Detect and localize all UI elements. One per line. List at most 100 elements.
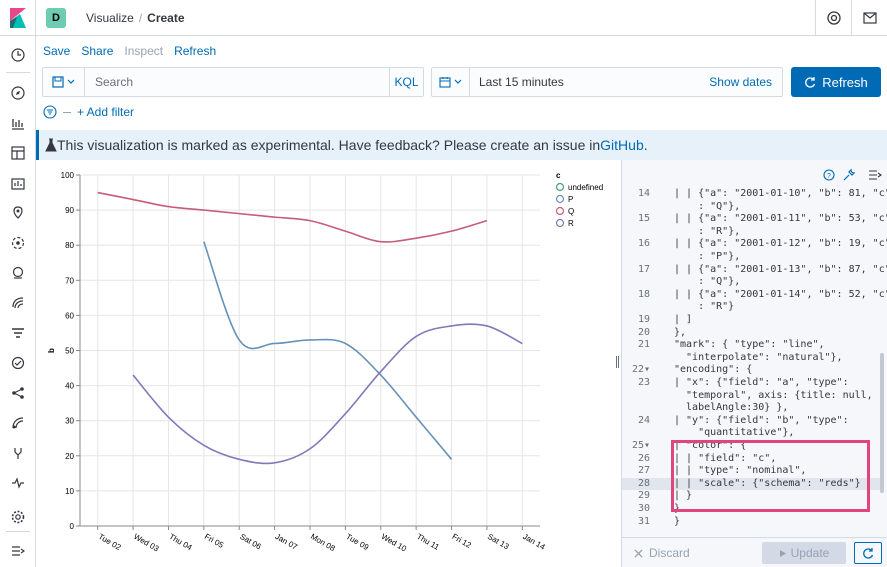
code-line[interactable]: 21 "mark": { "type": "line", bbox=[622, 339, 880, 352]
x-tick-label: Thu 04 bbox=[167, 532, 194, 553]
inspect-menu-item[interactable]: Inspect bbox=[124, 44, 163, 58]
line-number: 31 bbox=[637, 515, 650, 527]
space-avatar[interactable]: D bbox=[46, 8, 66, 28]
ml-icon[interactable] bbox=[8, 233, 28, 253]
spec-editor-panel: ? 14 | | {"a": "2001-01-10", "b": 81, "c"… bbox=[621, 160, 887, 567]
apm-icon[interactable] bbox=[8, 323, 28, 343]
code-text: | "y": {"field": "b", "type": bbox=[674, 414, 849, 426]
discover-icon[interactable] bbox=[8, 83, 28, 103]
help-button[interactable] bbox=[815, 0, 851, 36]
x-tick-label: Tue 09 bbox=[344, 532, 370, 552]
graph-icon[interactable] bbox=[8, 413, 28, 433]
code-line[interactable]: "interpolate": "natural"}, bbox=[622, 352, 880, 365]
refresh-menu-item[interactable]: Refresh bbox=[174, 44, 216, 58]
code-line[interactable]: 23 | "x": {"field": "a", "type": bbox=[622, 377, 880, 390]
annotation-highlight-box bbox=[671, 440, 870, 512]
code-line[interactable]: "temporal", axis: {title: null, bbox=[622, 390, 880, 403]
code-text: | | {"a": "2001-01-10", "b": 81, "c" bbox=[674, 188, 887, 199]
line-number: 24 bbox=[637, 414, 650, 426]
siem-icon[interactable] bbox=[8, 383, 28, 403]
code-line[interactable]: 19 | ] bbox=[622, 314, 880, 327]
panel-resize-handle[interactable] bbox=[616, 356, 620, 370]
code-text: "encoding": { bbox=[674, 364, 753, 376]
breadcrumb-visualize[interactable]: Visualize bbox=[86, 11, 134, 25]
code-text: | | {"a": "2001-01-12", "b": 19, "c" bbox=[674, 238, 887, 250]
code-line[interactable]: : "Q"}, bbox=[622, 276, 880, 289]
code-line[interactable]: 22▾ "encoding": { bbox=[622, 364, 880, 377]
code-line[interactable]: : "R"}, bbox=[622, 226, 880, 239]
canvas-icon[interactable] bbox=[8, 173, 28, 193]
editor-toolbar: ? bbox=[622, 160, 887, 188]
editor-refresh-button[interactable] bbox=[854, 542, 882, 564]
code-text: | ] bbox=[674, 314, 693, 325]
discard-button[interactable]: Discard bbox=[634, 546, 690, 560]
logs-icon[interactable] bbox=[8, 293, 28, 313]
editor-scrollbar[interactable] bbox=[880, 353, 884, 493]
share-menu-item[interactable]: Share bbox=[81, 44, 113, 58]
mail-icon bbox=[862, 12, 877, 24]
collapse-editor-icon[interactable] bbox=[868, 168, 882, 182]
uptime-icon[interactable] bbox=[8, 353, 28, 373]
time-range-label[interactable]: Last 15 minutes bbox=[479, 75, 564, 89]
kql-language-toggle[interactable]: KQL bbox=[389, 68, 423, 96]
code-line[interactable]: 14 | | {"a": "2001-01-10", "b": 81, "c" bbox=[622, 188, 887, 201]
y-tick-label: 100 bbox=[61, 171, 75, 180]
help-icon[interactable]: ? bbox=[822, 168, 836, 182]
update-label: Update bbox=[790, 546, 830, 560]
line-number: 28 bbox=[637, 477, 650, 489]
quick-select-button[interactable] bbox=[432, 68, 470, 96]
update-button[interactable]: Update bbox=[762, 542, 846, 564]
saved-query-button[interactable] bbox=[43, 68, 85, 96]
breadcrumb-create: Create bbox=[147, 11, 185, 25]
code-line[interactable]: 18 | | {"a": "2001-01-14", "b": 52, "c" bbox=[622, 289, 887, 302]
code-text: | | {"a": "2001-01-11", "b": 53, "c" bbox=[674, 213, 887, 225]
code-line[interactable]: 31} bbox=[622, 516, 880, 529]
code-text: : "Q"}, bbox=[674, 200, 741, 212]
code-line[interactable]: 16 | | {"a": "2001-01-12", "b": 19, "c" bbox=[622, 238, 887, 251]
calendar-icon bbox=[439, 77, 451, 88]
dev-tools-icon[interactable] bbox=[8, 443, 28, 463]
github-link[interactable]: GitHub bbox=[600, 137, 644, 153]
help-icon bbox=[826, 11, 841, 25]
y-tick-label: 80 bbox=[65, 241, 74, 250]
x-tick-label: Thu 11 bbox=[415, 532, 441, 552]
search-input[interactable]: Search bbox=[95, 75, 133, 89]
code-line[interactable]: 15 | | {"a": "2001-01-11", "b": 53, "c" bbox=[622, 213, 887, 226]
monitoring-icon[interactable] bbox=[8, 473, 28, 493]
top-nav-menu: Save Share Inspect Refresh bbox=[43, 44, 227, 58]
kibana-logo[interactable] bbox=[0, 0, 36, 36]
management-gear-icon[interactable] bbox=[8, 507, 28, 527]
dashboard-icon[interactable] bbox=[8, 143, 28, 163]
maps-icon[interactable] bbox=[8, 203, 28, 223]
code-line[interactable]: : "P"}, bbox=[622, 251, 880, 264]
refresh-button-label: Refresh bbox=[822, 74, 868, 90]
series-line-R bbox=[132, 323, 523, 465]
code-line[interactable]: labelAngle:30} }, bbox=[622, 402, 880, 415]
code-line[interactable]: : "R"} bbox=[622, 301, 880, 314]
save-menu-item[interactable]: Save bbox=[43, 44, 70, 58]
visualize-icon[interactable] bbox=[8, 113, 28, 133]
code-line[interactable]: 20}, bbox=[622, 327, 880, 340]
filter-options-icon[interactable] bbox=[43, 105, 57, 119]
breadcrumb-separator: / bbox=[138, 11, 143, 25]
legend-label: Q bbox=[568, 207, 574, 216]
legend-symbol bbox=[555, 218, 565, 228]
infrastructure-icon[interactable] bbox=[8, 263, 28, 283]
code-line[interactable]: 17 | | {"a": "2001-01-13", "b": 87, "c" bbox=[622, 263, 887, 277]
code-text: : "P"}, bbox=[674, 251, 741, 262]
line-chart: 0 10 20 30 40 50 60 70 80 90 100 Tue 02 Wed 03 Thu 04… bbox=[47, 171, 603, 554]
add-filter-button[interactable]: + Add filter bbox=[77, 105, 134, 119]
code-text: "interpolate": "natural"}, bbox=[674, 351, 843, 363]
refresh-button[interactable]: Refresh bbox=[791, 67, 881, 97]
wrench-icon[interactable] bbox=[842, 168, 856, 182]
show-dates-link[interactable]: Show dates bbox=[709, 75, 772, 89]
code-line[interactable]: "quantitative"}, bbox=[622, 427, 880, 440]
close-icon bbox=[634, 549, 643, 557]
line-number: 17 bbox=[637, 263, 650, 275]
refresh-icon bbox=[805, 77, 816, 88]
recent-icon[interactable] bbox=[8, 45, 28, 65]
code-line[interactable]: : "Q"}, bbox=[622, 201, 880, 214]
newsfeed-button[interactable] bbox=[851, 0, 887, 36]
code-line[interactable]: 24 | "y": {"field": "b", "type": bbox=[622, 415, 880, 428]
collapse-nav-icon[interactable] bbox=[8, 541, 28, 561]
